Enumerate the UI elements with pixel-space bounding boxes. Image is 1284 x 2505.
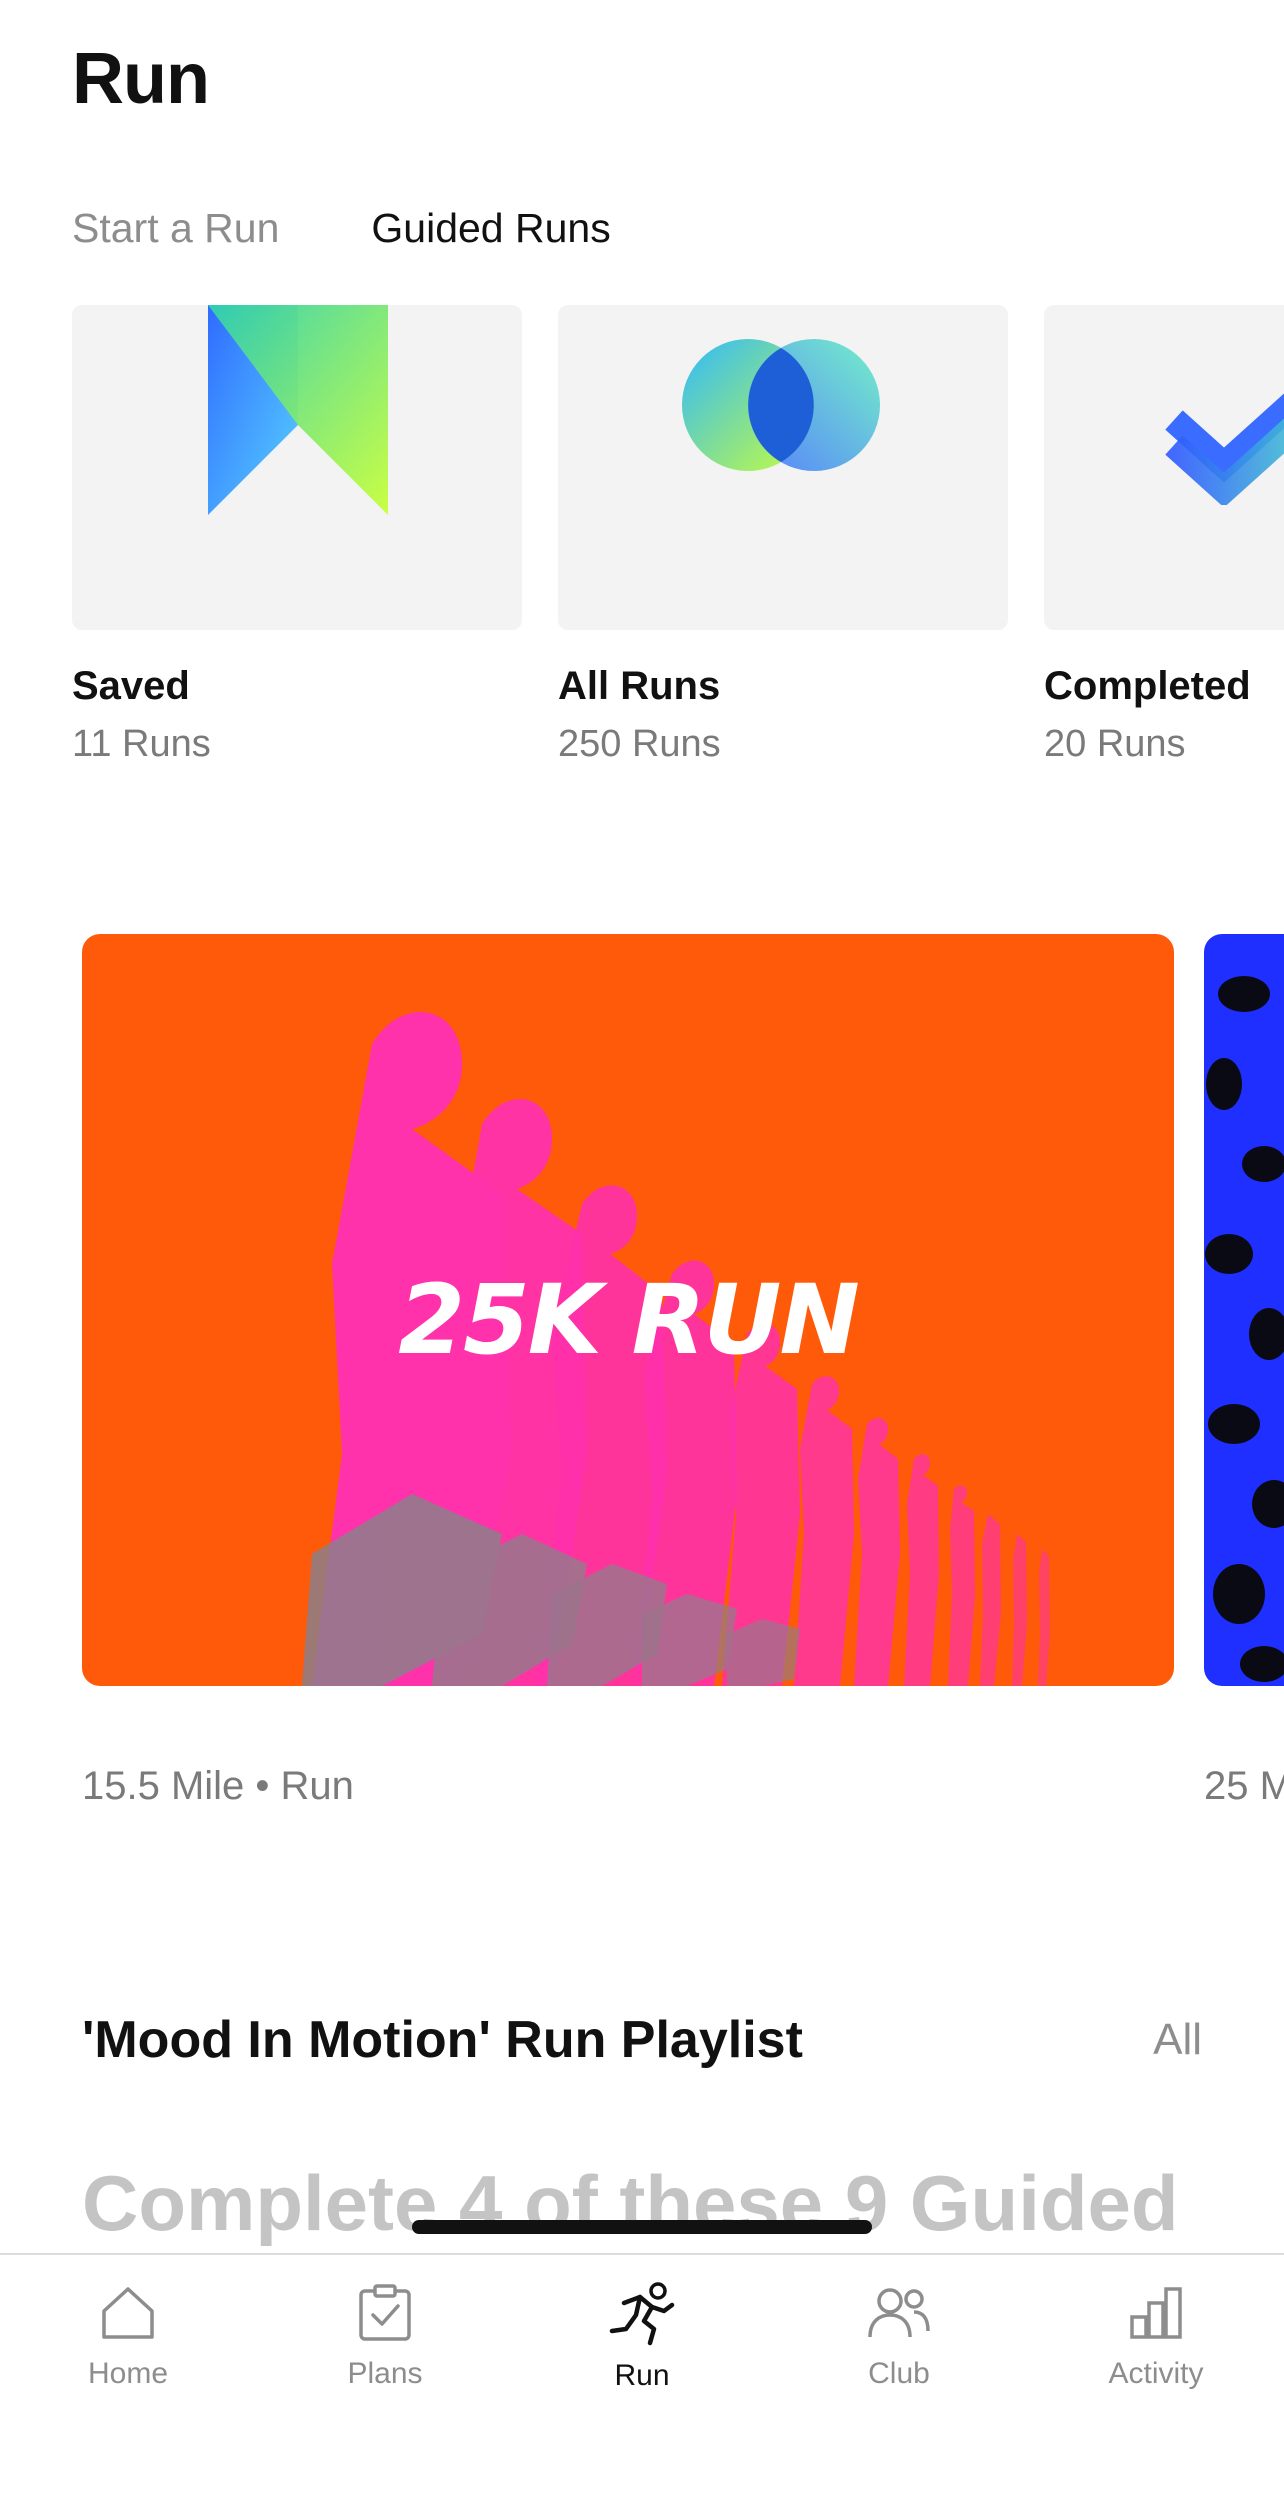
bottom-nav: Home Plans Run Club Activity xyxy=(0,2220,1284,2505)
featured-runs-carousel[interactable]: 25K RUN 15.5 Mile • Run 25 M xyxy=(0,934,1284,1834)
nav-run[interactable]: Run xyxy=(542,2281,742,2393)
playlist-description: Complete 4 of these 9 Guided xyxy=(82,2159,1179,2247)
bar-chart-icon xyxy=(1130,2287,1182,2339)
collection-name: Completed xyxy=(1044,664,1251,708)
collection-all-runs[interactable]: All Runs 250 Runs xyxy=(558,305,1008,766)
nav-activity[interactable]: Activity xyxy=(1056,2281,1256,2391)
double-check-icon xyxy=(1165,393,1284,505)
bookmark-gradient-icon xyxy=(208,305,388,515)
nav-label: Home xyxy=(87,2357,169,2390)
leopard-pattern-image xyxy=(1205,976,1284,1682)
tab-bar: Start a Run Guided Runs xyxy=(72,205,611,252)
featured-run-card[interactable]: 25K RUN 15.5 Mile • Run xyxy=(82,934,1174,1808)
collection-tile xyxy=(72,305,522,630)
nav-home[interactable]: Home xyxy=(28,2281,228,2391)
playlist-section-header: 'Mood In Motion' Run Playlist All xyxy=(82,2010,1202,2070)
featured-run-card[interactable]: 25 M xyxy=(1204,934,1284,1808)
nav-label: Activity xyxy=(1108,2357,1204,2390)
run-artwork: 25K RUN xyxy=(82,934,1174,1686)
overlap-circles-icon xyxy=(682,339,880,471)
see-all-link[interactable]: All xyxy=(1153,2015,1202,2065)
playlist-title: 'Mood In Motion' Run Playlist xyxy=(82,2011,803,2069)
run-artwork xyxy=(1204,934,1284,1686)
tab-start-a-run[interactable]: Start a Run xyxy=(72,205,279,252)
nav-label: Plans xyxy=(347,2357,423,2390)
run-art-title: 25K RUN xyxy=(398,1264,860,1376)
run-screen: Run Start a Run Guided Runs Saved 11 Run… xyxy=(0,0,1284,2505)
run-meta: 25 M xyxy=(1204,1764,1284,1808)
collection-count: 20 Runs xyxy=(1044,723,1186,765)
collections-row: Saved 11 Runs All Runs 250 Runs Complete… xyxy=(72,305,1284,785)
home-indicator xyxy=(412,2220,872,2234)
collection-completed[interactable]: Completed 20 Runs xyxy=(1044,305,1284,766)
nav-label: Club xyxy=(868,2357,930,2390)
collection-count: 250 Runs xyxy=(558,723,721,765)
collection-count: 11 Runs xyxy=(72,723,211,765)
nav-label: Run xyxy=(614,2359,670,2392)
tab-guided-runs[interactable]: Guided Runs xyxy=(371,205,610,252)
people-icon xyxy=(868,2288,930,2338)
page-title: Run xyxy=(72,39,210,119)
clipboard-check-icon xyxy=(359,2284,411,2341)
home-icon xyxy=(102,2287,154,2339)
run-meta: 15.5 Mile • Run xyxy=(82,1764,354,1808)
collection-saved[interactable]: Saved 11 Runs xyxy=(72,305,522,766)
collection-name: Saved xyxy=(72,664,190,708)
collection-tile xyxy=(1044,305,1284,630)
runner-icon xyxy=(609,2282,675,2346)
nav-club[interactable]: Club xyxy=(799,2281,999,2391)
collection-tile xyxy=(558,305,1008,630)
nav-plans[interactable]: Plans xyxy=(285,2281,485,2391)
collection-name: All Runs xyxy=(558,664,721,708)
